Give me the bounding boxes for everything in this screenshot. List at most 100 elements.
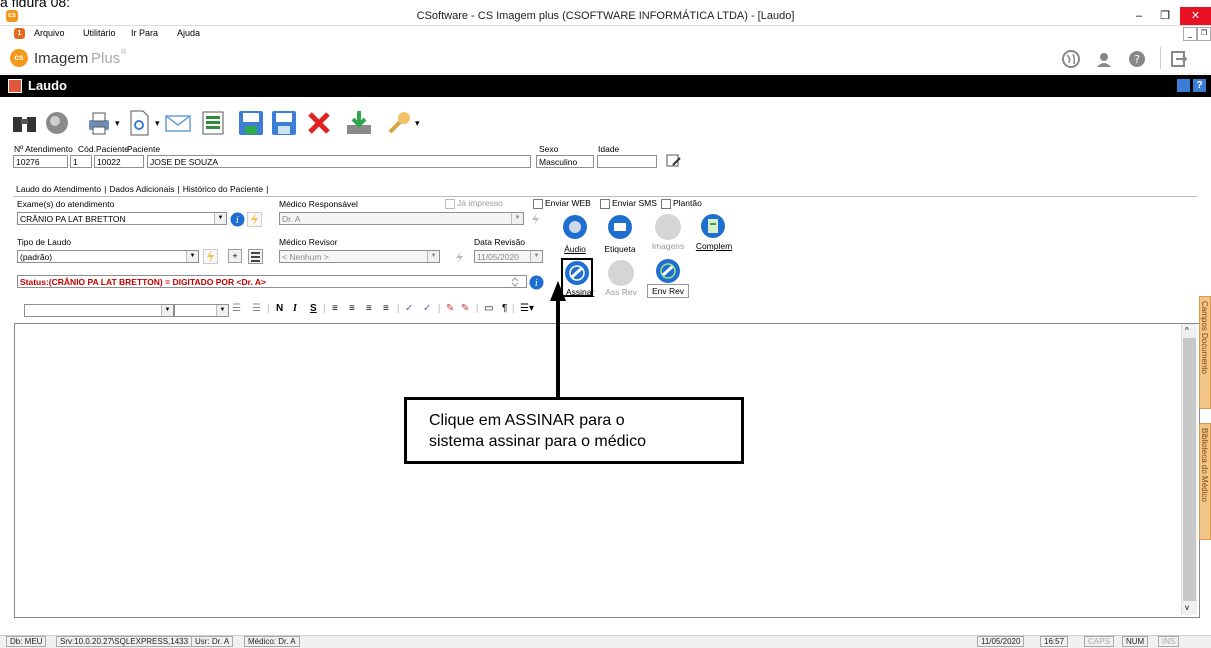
edit-age-icon[interactable]	[666, 154, 682, 169]
insert-field-icon[interactable]: ▭	[484, 303, 493, 314]
scroll-up-icon[interactable]: ^	[1185, 326, 1189, 335]
download-icon[interactable]	[344, 108, 374, 138]
status-info-icon[interactable]: i	[529, 275, 544, 290]
scroll-down-icon[interactable]: v	[1185, 603, 1189, 612]
globe-icon[interactable]	[1062, 50, 1080, 68]
complem-button[interactable]: Complem	[693, 241, 735, 251]
binoculars-icon[interactable]	[10, 108, 40, 138]
numbered-list-icon[interactable]: ☰	[252, 303, 261, 314]
main-toolbar: ▾ ▾ ▾	[0, 104, 1211, 144]
idade-field[interactable]	[597, 155, 657, 168]
spellcheck-icon[interactable]: ✓	[405, 303, 413, 314]
info-icon[interactable]: i	[230, 212, 245, 227]
lightning-tipo-icon[interactable]	[203, 249, 218, 264]
save-icon[interactable]	[236, 108, 266, 138]
medico-revisor-select[interactable]: < Nenhum > ▼	[279, 250, 440, 263]
align-justify-icon[interactable]: ≡	[383, 303, 389, 314]
font-size-select[interactable]: ▼	[174, 304, 229, 317]
tab-historico-paciente[interactable]: Histórico do Paciente	[180, 184, 266, 194]
paragraph-marks-icon[interactable]: ¶	[502, 303, 507, 314]
lightning-icon[interactable]	[247, 212, 262, 227]
cod-paciente-field[interactable]: 10022	[94, 155, 144, 168]
expand-icon[interactable]	[1177, 79, 1190, 92]
list-icon[interactable]	[198, 108, 228, 138]
bold-button[interactable]: N	[276, 303, 283, 314]
menu-ajuda[interactable]: Ajuda	[177, 28, 200, 38]
tools-dropdown-arrow[interactable]: ▾	[415, 118, 420, 129]
chevron-down-icon: ▼	[511, 213, 523, 224]
sexo-field[interactable]: Masculino	[536, 155, 594, 168]
highlight-icon[interactable]: ✎	[446, 303, 454, 314]
font-select[interactable]: ▼	[24, 304, 174, 317]
tab-divider	[13, 196, 1197, 197]
paciente-field[interactable]: JOSE DE SOUZA	[147, 155, 531, 168]
tab-laudo-atendimento[interactable]: Laudo do Atendimento	[13, 184, 104, 194]
sound-icon[interactable]	[42, 108, 72, 138]
env-rev-button-icon[interactable]	[655, 258, 681, 284]
imagens-button-icon	[655, 214, 681, 240]
delete-icon[interactable]	[304, 108, 334, 138]
spellcheck-auto-icon[interactable]: ✓	[423, 303, 431, 314]
chevron-down-icon: ▼	[427, 251, 439, 262]
bullet-list-icon[interactable]: ☰	[232, 303, 241, 314]
audio-button-icon[interactable]	[562, 214, 588, 240]
close-button[interactable]: ✕	[1180, 7, 1211, 25]
help-icon[interactable]: ?	[1128, 50, 1146, 68]
exit-icon[interactable]	[1170, 50, 1188, 68]
exame-select[interactable]: CRÂNIO PA LAT BRETTON ▼	[17, 212, 227, 225]
etiqueta-button-icon[interactable]	[607, 214, 633, 240]
text-color-icon[interactable]: ✎	[461, 303, 469, 314]
menu-utilitario[interactable]: Utilitário	[83, 28, 116, 38]
enviar-web-checkbox[interactable]	[533, 199, 543, 209]
italic-button[interactable]: I	[293, 303, 297, 314]
wrench-icon[interactable]	[384, 108, 414, 138]
preview-dropdown-arrow[interactable]: ▾	[155, 118, 160, 129]
chevron-down-icon: ▼	[214, 213, 226, 224]
menu-arquivo[interactable]: Arquivo	[34, 28, 65, 38]
tipo-laudo-select[interactable]: (padrão) ▼	[17, 250, 199, 263]
plantao-checkbox[interactable]	[661, 199, 671, 209]
align-center-icon[interactable]: ≡	[349, 303, 355, 314]
side-tab-biblioteca-medico[interactable]: Biblioteca do Médico	[1199, 423, 1211, 540]
align-right-icon[interactable]: ≡	[366, 303, 372, 314]
side-tab-campos-documento[interactable]: Campos Documento	[1199, 296, 1211, 409]
data-revisao-field[interactable]: 11/05/2020 ▼	[474, 250, 543, 263]
status-spinner-icon[interactable]	[509, 276, 521, 288]
form-help-icon[interactable]: ?	[1193, 79, 1206, 92]
assinar-button-icon[interactable]	[564, 260, 590, 286]
env-rev-button[interactable]: Env Rev	[648, 286, 688, 296]
menu-ir-para[interactable]: Ir Para	[131, 28, 158, 38]
audio-button[interactable]: Áudio	[560, 244, 590, 254]
tipo-list-icon[interactable]	[248, 249, 263, 264]
status-field: Status:(CRÂNIO PA LAT BRETTON) = DIGITAD…	[17, 275, 527, 288]
report-editor[interactable]	[14, 323, 1200, 618]
enviar-sms-checkbox[interactable]	[600, 199, 610, 209]
etiqueta-button[interactable]: Etiqueta	[601, 244, 639, 254]
atendimento-field[interactable]: 10276	[13, 155, 68, 168]
print-dropdown-arrow[interactable]: ▾	[115, 118, 120, 129]
scrollbar-thumb[interactable]	[1183, 338, 1196, 601]
align-left-icon[interactable]: ≡	[332, 303, 338, 314]
save-close-icon[interactable]	[269, 108, 299, 138]
medico-revisor-value: < Nenhum >	[282, 252, 329, 262]
svg-text:i: i	[535, 279, 538, 289]
add-tipo-button[interactable]: +	[228, 249, 242, 263]
restore-button[interactable]: ❐	[1152, 7, 1178, 25]
ass-rev-button-icon	[608, 260, 634, 286]
editor-scrollbar[interactable]: ^ v	[1181, 324, 1197, 615]
line-spacing-icon[interactable]: ☰▾	[520, 303, 534, 314]
print-icon[interactable]	[84, 108, 114, 138]
user-support-icon[interactable]	[1095, 50, 1113, 68]
assinar-button[interactable]: Assinar	[566, 287, 594, 297]
seq-field[interactable]: 1	[70, 155, 92, 168]
preview-icon[interactable]	[124, 108, 154, 138]
paciente-label: Paciente	[127, 144, 161, 154]
medico-responsavel-select[interactable]: Dr. A ▼	[279, 212, 524, 225]
complem-button-icon[interactable]	[700, 213, 726, 239]
mdi-minimize-button[interactable]: _	[1183, 27, 1197, 41]
mdi-restore-button[interactable]: ❐	[1197, 27, 1211, 41]
underline-button[interactable]: S	[310, 303, 317, 314]
minimize-button[interactable]: –	[1126, 7, 1152, 25]
email-icon[interactable]	[163, 108, 193, 138]
tab-dados-adicionais[interactable]: Dados Adicionais	[106, 184, 177, 194]
